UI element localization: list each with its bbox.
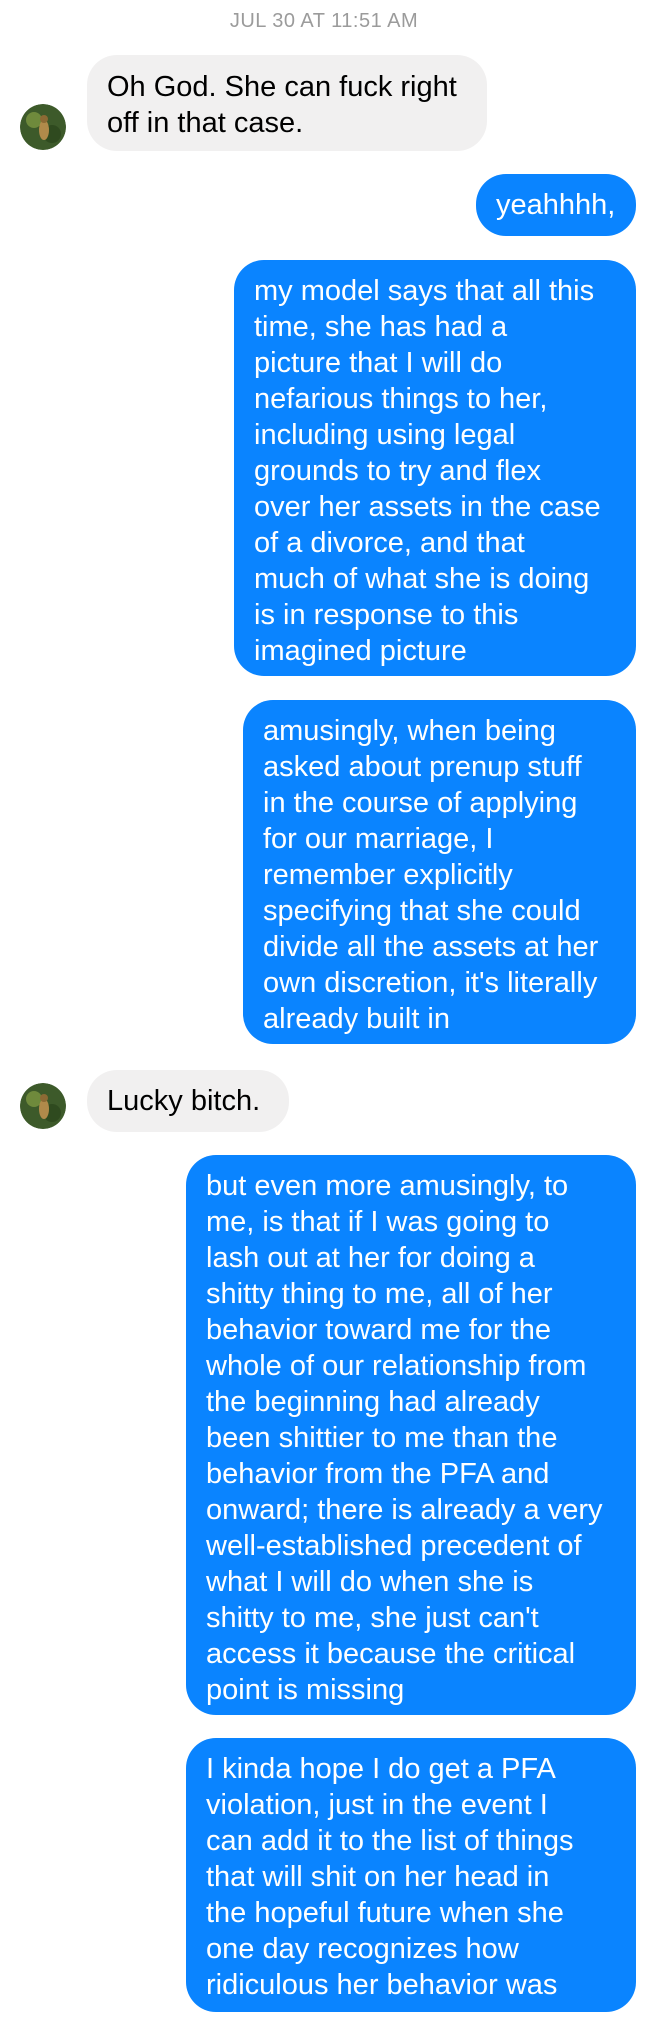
- contact-avatar-icon[interactable]: [20, 104, 66, 150]
- message-line: including using legal: [254, 419, 516, 451]
- message-line: already built in: [263, 1003, 450, 1035]
- timestamp: JUL 30 AT 11:51 AM: [229, 10, 419, 32]
- message-bubble-incoming[interactable]: Lucky bitch.: [87, 1070, 289, 1132]
- message-line: my model says that all this: [254, 275, 595, 307]
- message-line: shitty to me, she just can't: [206, 1602, 539, 1634]
- message-line: divide all the assets at her: [263, 931, 599, 963]
- message-line: but even more amusingly, to: [206, 1170, 569, 1202]
- message-bubble-outgoing[interactable]: but even more amusingly, to me, is that …: [186, 1155, 636, 1715]
- message-line: time, she has had a: [254, 311, 508, 343]
- message-line: Oh God. She can fuck right: [107, 71, 457, 103]
- message-line: onward; there is already a very: [206, 1494, 603, 1526]
- message-line: in the course of applying: [263, 787, 578, 819]
- message-line: behavior toward me for the: [206, 1314, 551, 1346]
- message-line: point is missing: [206, 1674, 405, 1706]
- message-line: own discretion, it's literally: [263, 967, 598, 999]
- message-line: is in response to this: [254, 599, 519, 631]
- message-line: behavior from the PFA and: [206, 1458, 550, 1490]
- message-line: the beginning had already: [206, 1386, 540, 1418]
- message-line: access it because the critical: [206, 1638, 576, 1670]
- message-line: I kinda hope I do get a PFA: [206, 1753, 556, 1785]
- message-line: ridiculous her behavior was: [206, 1969, 558, 2001]
- message-line: been shittier to me than the: [206, 1422, 558, 1454]
- message-line: me, is that if I was going to: [206, 1206, 550, 1238]
- message-line: one day recognizes how: [206, 1933, 519, 1965]
- message-line: for our marriage, I: [263, 823, 494, 855]
- message-bubble-outgoing[interactable]: amusingly, when being asked about prenup…: [243, 700, 636, 1044]
- message-line: over her assets in the case: [254, 491, 601, 523]
- message-bubble-incoming[interactable]: Oh God. She can fuck right off in that c…: [87, 55, 487, 151]
- message-line: nefarious things to her,: [254, 383, 548, 415]
- message-bubble-outgoing[interactable]: yeahhhh,: [476, 174, 636, 236]
- message-bubble-outgoing[interactable]: I kinda hope I do get a PFA violation, j…: [186, 1738, 636, 2012]
- message-line: off in that case.: [107, 107, 304, 139]
- message-line: well-established precedent of: [206, 1530, 582, 1562]
- message-line: remember explicitly: [263, 859, 513, 891]
- contact-avatar-icon[interactable]: [20, 1083, 66, 1129]
- message-line: much of what she is doing: [254, 563, 590, 595]
- message-line: picture that I will do: [254, 347, 503, 379]
- message-line: shitty thing to me, all of her: [206, 1278, 553, 1310]
- message-line: of a divorce, and that: [254, 527, 525, 559]
- message-line: violation, just in the event I: [206, 1789, 548, 1821]
- message-line: what I will do when she is: [206, 1566, 534, 1598]
- message-line: that will shit on her head in: [206, 1861, 550, 1893]
- message-line: whole of our relationship from: [206, 1350, 587, 1382]
- message-line: yeahhhh,: [496, 189, 616, 221]
- message-line: grounds to try and flex: [254, 455, 541, 487]
- message-line: imagined picture: [254, 635, 467, 667]
- message-line: Lucky bitch.: [107, 1085, 261, 1117]
- message-bubble-outgoing[interactable]: my model says that all this time, she ha…: [234, 260, 636, 676]
- message-line: lash out at her for doing a: [206, 1242, 535, 1274]
- message-line: specifying that she could: [263, 895, 581, 927]
- message-line: amusingly, when being: [263, 715, 556, 747]
- message-line: asked about prenup stuff: [263, 751, 582, 783]
- message-line: the hopeful future when she: [206, 1897, 564, 1929]
- message-line: can add it to the list of things: [206, 1825, 574, 1857]
